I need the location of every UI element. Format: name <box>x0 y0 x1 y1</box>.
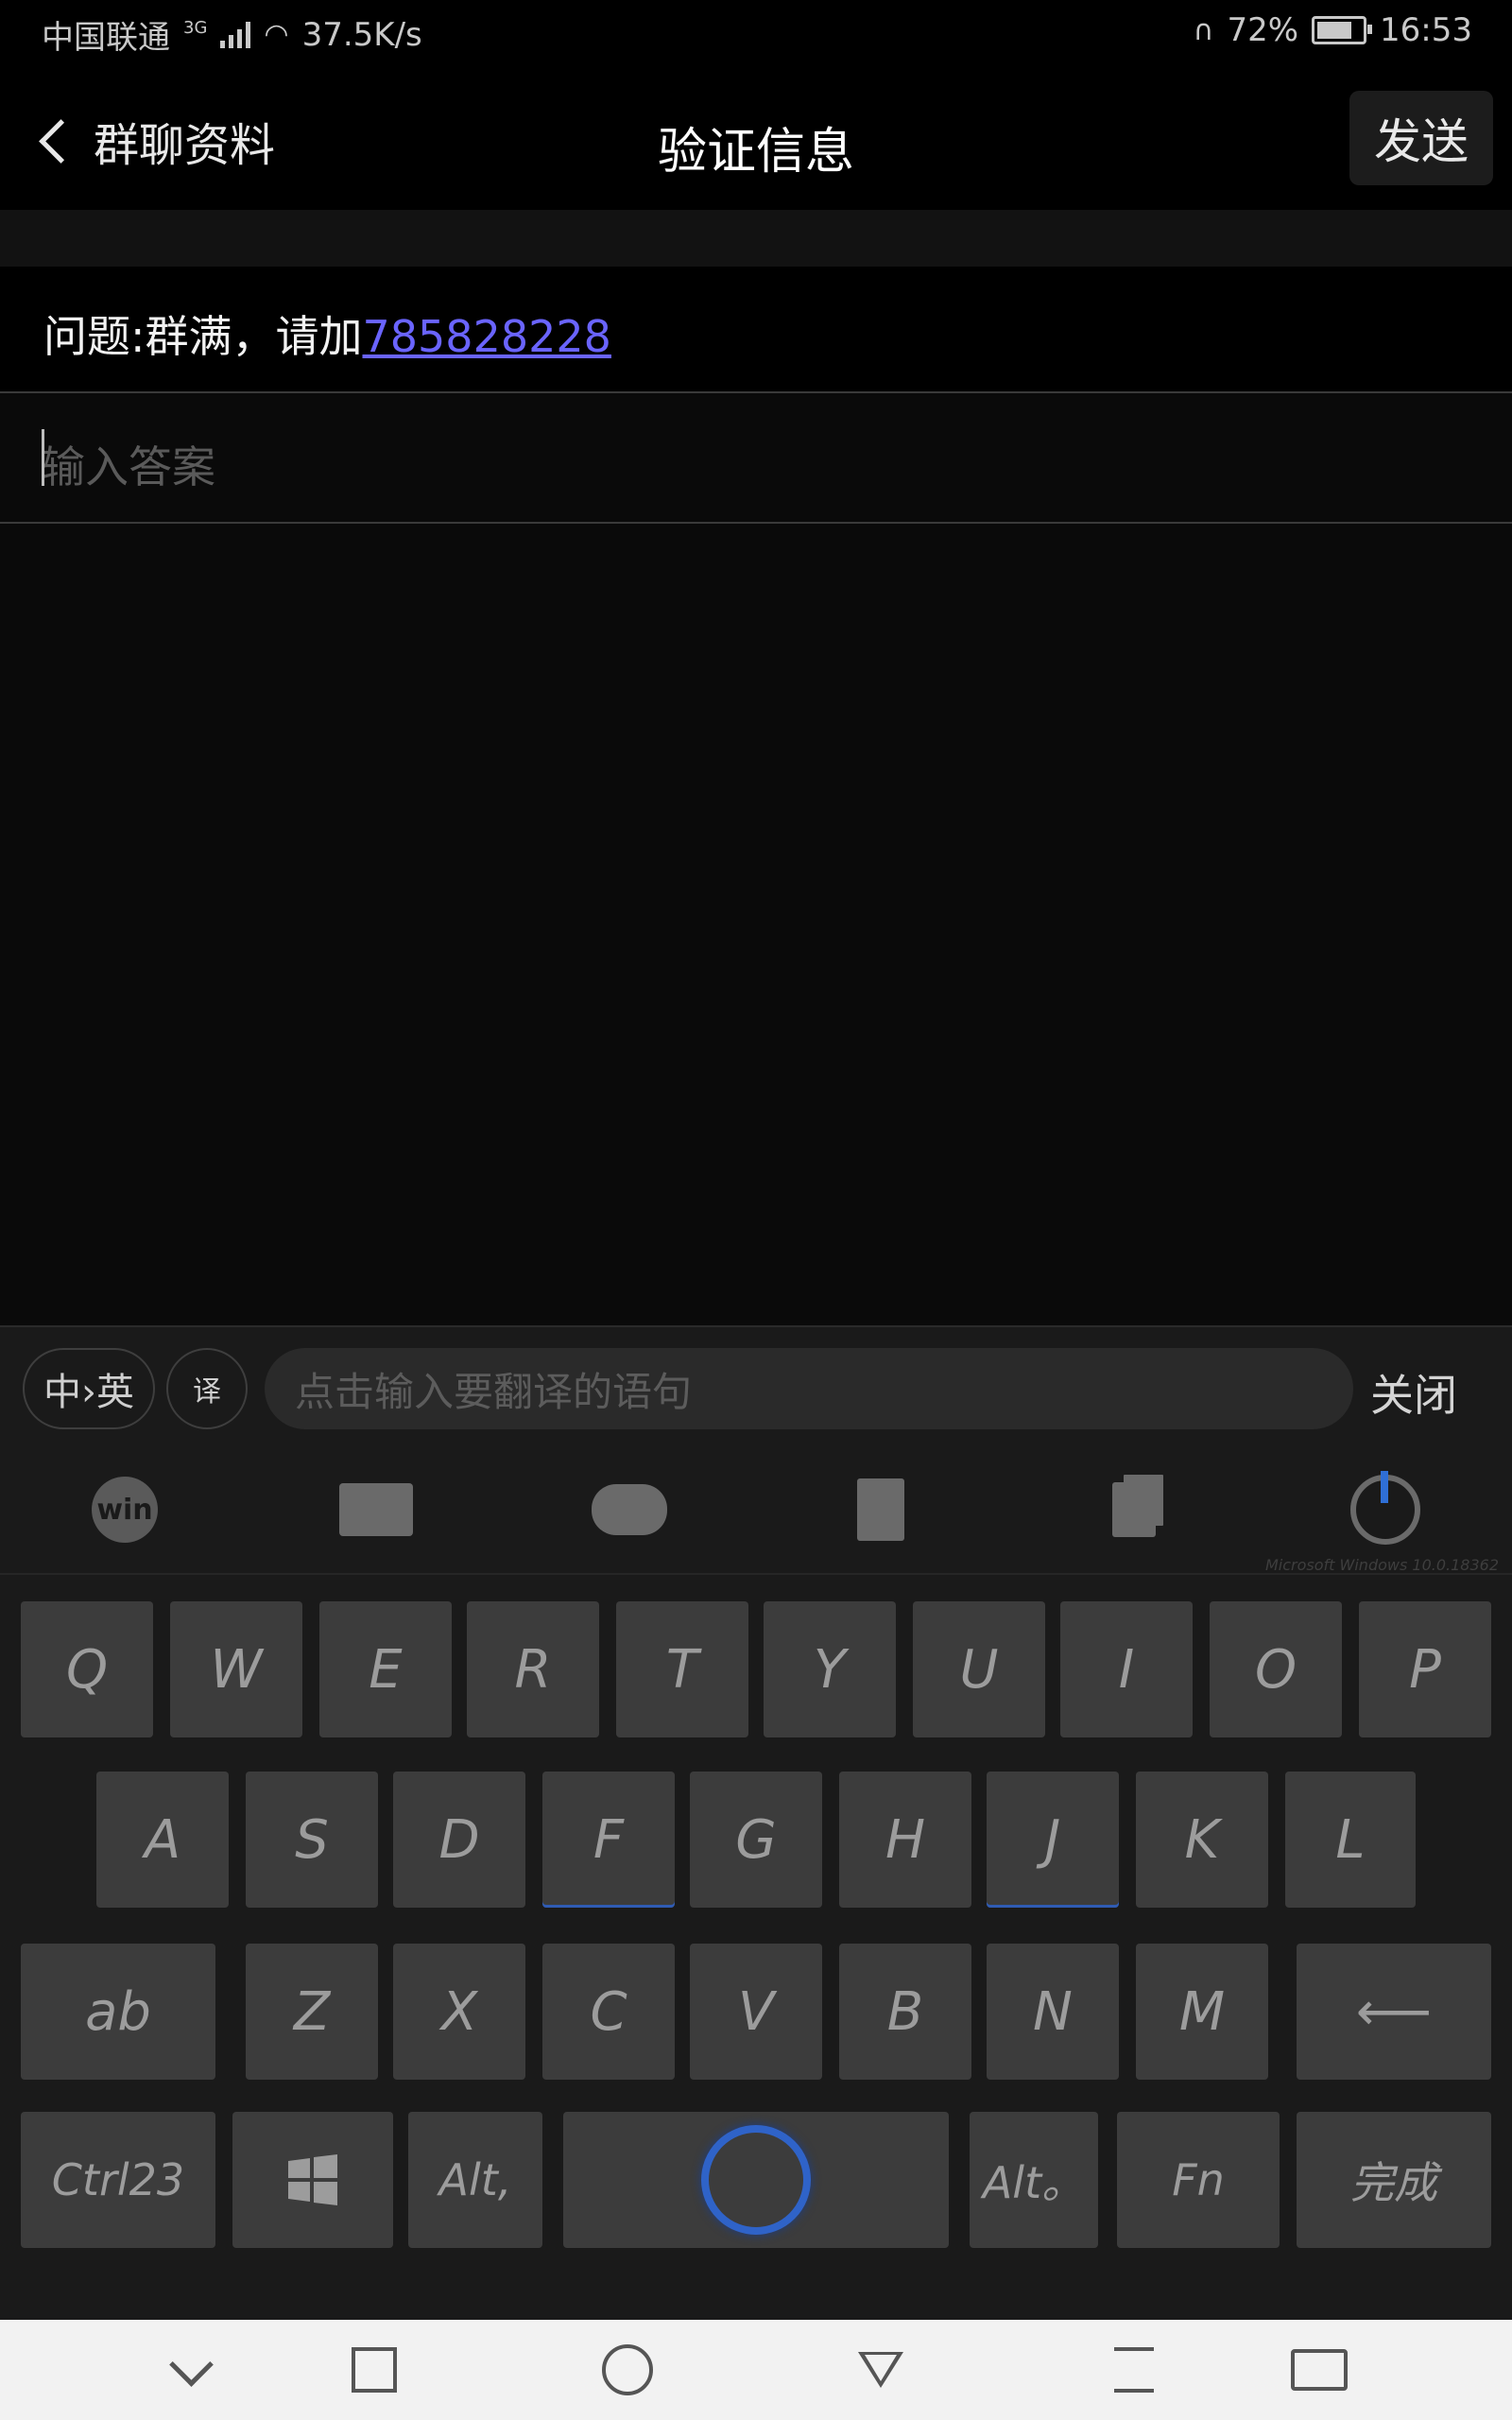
carrier-label: 中国联通 <box>42 19 170 57</box>
ctrl23-key[interactable]: Ctrl23 <box>21 2112 215 2248</box>
keyboard-icon <box>339 1483 413 1536</box>
key-k[interactable]: K <box>1136 1772 1268 1908</box>
key-l[interactable]: L <box>1285 1772 1416 1908</box>
document-button[interactable] <box>843 1477 919 1543</box>
translate-bar: 中›英 译 点击输入要翻译的语句 关闭 <box>0 1327 1512 1450</box>
power-button[interactable] <box>1348 1471 1423 1545</box>
network-type: 3G <box>183 18 208 38</box>
key-u[interactable]: U <box>913 1601 1045 1737</box>
key-g[interactable]: G <box>690 1772 822 1908</box>
triangle-icon <box>858 2352 903 2388</box>
system-nav-bar <box>0 2320 1512 2420</box>
key-c[interactable]: C <box>542 1944 675 2080</box>
key-m[interactable]: M <box>1136 1944 1268 2080</box>
gamepad-icon <box>592 1484 667 1535</box>
key-a[interactable]: A <box>96 1772 229 1908</box>
clipboard-button[interactable] <box>1096 1477 1172 1543</box>
key-ab[interactable]: ab <box>21 1944 215 2080</box>
translate-icon: 译 <box>193 1375 221 1409</box>
language-toggle-button[interactable]: 中›英 <box>23 1348 155 1429</box>
space-key[interactable] <box>563 2112 949 2248</box>
key-t[interactable]: T <box>616 1601 748 1737</box>
key-r[interactable]: R <box>467 1601 599 1737</box>
status-right: ∩ 72% 16:53 <box>1193 11 1472 49</box>
battery-icon <box>1312 16 1373 44</box>
translate-input[interactable]: 点击输入要翻译的语句 <box>265 1348 1353 1429</box>
key-x[interactable]: X <box>393 1944 525 2080</box>
question-row: 问题:群满，请加785828228 <box>0 267 1512 391</box>
key-f[interactable]: F <box>542 1772 675 1908</box>
keyboard-layout-button[interactable] <box>338 1477 414 1543</box>
key-v[interactable]: V <box>690 1944 822 2080</box>
done-key[interactable]: 完成 <box>1297 2112 1491 2248</box>
gamepad-button[interactable] <box>592 1477 667 1543</box>
back-nav-button[interactable] <box>852 2346 909 2394</box>
question-text: 问题:群满，请加785828228 <box>43 302 611 365</box>
signal-icon <box>220 21 251 48</box>
key-p[interactable]: P <box>1359 1601 1491 1737</box>
text-cursor <box>42 429 44 486</box>
backspace-key[interactable]: ⟵ <box>1297 1944 1491 2080</box>
windows-key[interactable] <box>232 2112 393 2248</box>
soft-keyboard: 中›英 译 点击输入要翻译的语句 关闭 win Microsoft Window… <box>0 1325 1512 2322</box>
battery-percent: 72% <box>1227 11 1299 49</box>
status-left: 中国联通 3G ◠ 37.5K/s <box>42 11 422 58</box>
win-icon: win <box>92 1477 158 1543</box>
key-j[interactable]: J <box>987 1772 1119 1908</box>
pull-down-icon <box>1114 2347 1154 2393</box>
alt-left-key[interactable]: Alt, <box>408 2112 542 2248</box>
cortana-icon <box>701 2125 811 2235</box>
square-icon <box>352 2347 397 2393</box>
network-speed: 37.5K/s <box>301 15 422 54</box>
key-z[interactable]: Z <box>246 1944 378 2080</box>
key-e[interactable]: E <box>319 1601 452 1737</box>
question-prefix: 问题:群满，请加 <box>43 311 363 362</box>
notification-pull-button[interactable] <box>1106 2346 1162 2394</box>
power-icon <box>1350 1471 1420 1545</box>
section-divider <box>0 210 1512 267</box>
headphone-icon: ∩ <box>1193 13 1214 47</box>
app-header: 群聊资料 验证信息 发送 <box>0 70 1512 210</box>
home-button[interactable] <box>599 2344 656 2395</box>
translate-voice-button[interactable]: 译 <box>166 1348 248 1429</box>
close-translate-button[interactable]: 关闭 <box>1370 1361 1457 1424</box>
key-d[interactable]: D <box>393 1772 525 1908</box>
key-b[interactable]: B <box>839 1944 971 2080</box>
chevron-down-icon <box>168 2342 214 2387</box>
keyboard-icon <box>1291 2349 1348 2391</box>
keyboard-switch-button[interactable] <box>1291 2346 1348 2394</box>
key-n[interactable]: N <box>987 1944 1119 2080</box>
key-w[interactable]: W <box>170 1601 302 1737</box>
alt-right-key[interactable]: Alt。 <box>970 2112 1098 2248</box>
wifi-icon: ◠ <box>264 18 289 51</box>
key-y[interactable]: Y <box>764 1601 896 1737</box>
status-bar: 中国联通 3G ◠ 37.5K/s ∩ 72% 16:53 <box>0 0 1512 70</box>
win-button[interactable]: win <box>87 1477 163 1543</box>
key-h[interactable]: H <box>839 1772 971 1908</box>
key-o[interactable]: O <box>1210 1601 1342 1737</box>
document-icon <box>857 1478 904 1541</box>
question-link[interactable]: 785828228 <box>363 311 611 362</box>
clipboard-icon <box>1112 1482 1156 1537</box>
clock: 16:53 <box>1380 11 1472 49</box>
windows-version-label: Microsoft Windows 10.0.18362 <box>1265 1556 1499 1574</box>
fn-key[interactable]: Fn <box>1117 2112 1280 2248</box>
key-s[interactable]: S <box>246 1772 378 1908</box>
key-i[interactable]: I <box>1060 1601 1193 1737</box>
recents-button[interactable] <box>346 2346 403 2394</box>
answer-placeholder: 输入答案 <box>42 441 215 493</box>
send-button[interactable]: 发送 <box>1349 91 1493 185</box>
keyboard-toolbar: win Microsoft Windows 10.0.18362 <box>0 1450 1512 1575</box>
page-title: 验证信息 <box>657 124 854 181</box>
key-q[interactable]: Q <box>21 1601 153 1737</box>
circle-icon <box>602 2344 653 2395</box>
hide-keyboard-button[interactable] <box>163 2342 219 2394</box>
answer-input[interactable]: 输入答案 <box>0 391 1512 524</box>
windows-logo-icon <box>288 2154 337 2205</box>
